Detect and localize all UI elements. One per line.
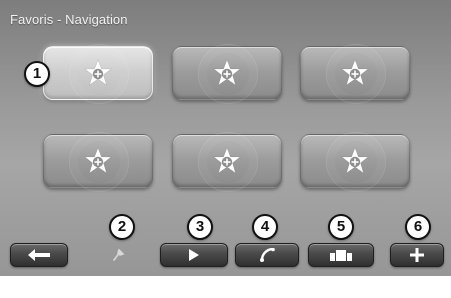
star-plus-icon [213,147,241,174]
page-title: Favoris - Navigation [10,12,128,27]
back-button[interactable] [10,243,68,267]
media-button[interactable] [308,243,374,267]
pin-icon [113,248,125,261]
callout-4: 4 [252,214,278,240]
add-button[interactable] [390,243,444,267]
media-icon [330,250,352,261]
star-plus-icon [213,59,241,86]
callout-5: 5 [328,214,354,240]
favorite-slot-1[interactable] [43,44,153,104]
play-button[interactable] [160,243,228,267]
callout-1: 1 [24,61,50,87]
play-icon [189,249,199,261]
favorite-slot-2[interactable] [172,44,282,104]
star-plus-icon [84,59,112,86]
favorite-slot-6[interactable] [300,132,410,192]
callout-3: 3 [187,214,213,240]
star-plus-icon [341,147,369,174]
phone-button[interactable] [235,243,299,267]
arrow-left-icon [28,249,50,261]
star-plus-icon [341,59,369,86]
map-pin-button[interactable] [110,247,126,263]
callout-2: 2 [109,214,135,240]
bottom-margin [0,276,451,298]
star-plus-icon [84,147,112,174]
favorite-slot-3[interactable] [300,44,410,104]
favorite-slot-4[interactable] [43,132,153,192]
phone-icon [260,248,275,262]
favorites-navigation-screen: Favoris - Navigation 1 2 3 4 5 6 [0,0,451,298]
callout-6: 6 [405,214,431,240]
favorite-slot-5[interactable] [172,132,282,192]
plus-icon [410,248,424,262]
